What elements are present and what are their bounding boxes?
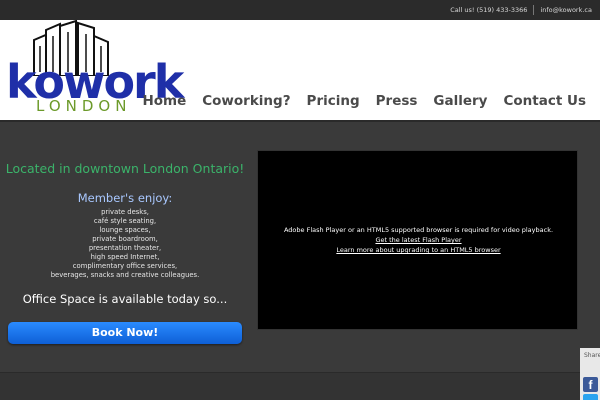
top-divider: [533, 5, 535, 15]
share-widget: Share f: [580, 348, 600, 400]
perk-item: lounge spaces,: [99, 226, 151, 234]
nav-home[interactable]: Home: [142, 93, 186, 109]
main-nav: Home Coworking? Pricing Press Gallery Co…: [126, 93, 586, 109]
email-link[interactable]: info@kowork.ca: [540, 6, 592, 14]
nav-coworking[interactable]: Coworking?: [202, 93, 290, 109]
video-player[interactable]: Adobe Flash Player or an HTML5 supported…: [257, 150, 578, 330]
members-enjoy-heading: Member's enjoy:: [77, 191, 173, 205]
perk-item: complimentary office services,: [72, 262, 178, 270]
footer-band: [0, 372, 600, 400]
logo-subtitle: LONDON: [36, 97, 132, 115]
facebook-icon[interactable]: f: [583, 377, 598, 392]
location-heading: Located in downtown London Ontario!: [5, 161, 245, 176]
office-availability-text: Office Space is available today so...: [22, 292, 228, 306]
top-bar: Call us! (519) 433-3366 info@kowork.ca: [0, 0, 600, 20]
book-now-button[interactable]: Book Now!: [8, 322, 242, 344]
twitter-icon[interactable]: [583, 394, 598, 400]
top-contact: Call us! (519) 433-3366 info@kowork.ca: [450, 0, 592, 20]
phone-link[interactable]: Call us! (519) 433-3366: [450, 6, 527, 14]
perk-item: private desks,: [101, 208, 149, 216]
perk-item: beverages, snacks and creative colleague…: [50, 271, 200, 279]
flash-required-text: Adobe Flash Player or an HTML5 supported…: [283, 226, 554, 234]
perk-item: presentation theater,: [88, 244, 162, 252]
html5-upgrade-link[interactable]: Learn more about upgrading to an HTML5 b…: [258, 245, 579, 255]
perk-item: café style seating,: [93, 217, 157, 225]
perk-item: high speed Internet,: [90, 253, 160, 261]
video-fallback-message: Adobe Flash Player or an HTML5 supported…: [258, 225, 579, 255]
perk-item: private boardroom,: [92, 235, 158, 243]
nav-pricing[interactable]: Pricing: [307, 93, 360, 109]
perks-list: private desks, café style seating, loung…: [0, 208, 250, 280]
nav-press[interactable]: Press: [376, 93, 418, 109]
nav-gallery[interactable]: Gallery: [433, 93, 487, 109]
get-flash-link[interactable]: Get the latest Flash Player: [258, 235, 579, 245]
share-label: Share: [584, 352, 600, 359]
nav-contact-us[interactable]: Contact Us: [503, 93, 586, 109]
site-header: kowork LONDON Home Coworking? Pricing Pr…: [0, 20, 600, 122]
